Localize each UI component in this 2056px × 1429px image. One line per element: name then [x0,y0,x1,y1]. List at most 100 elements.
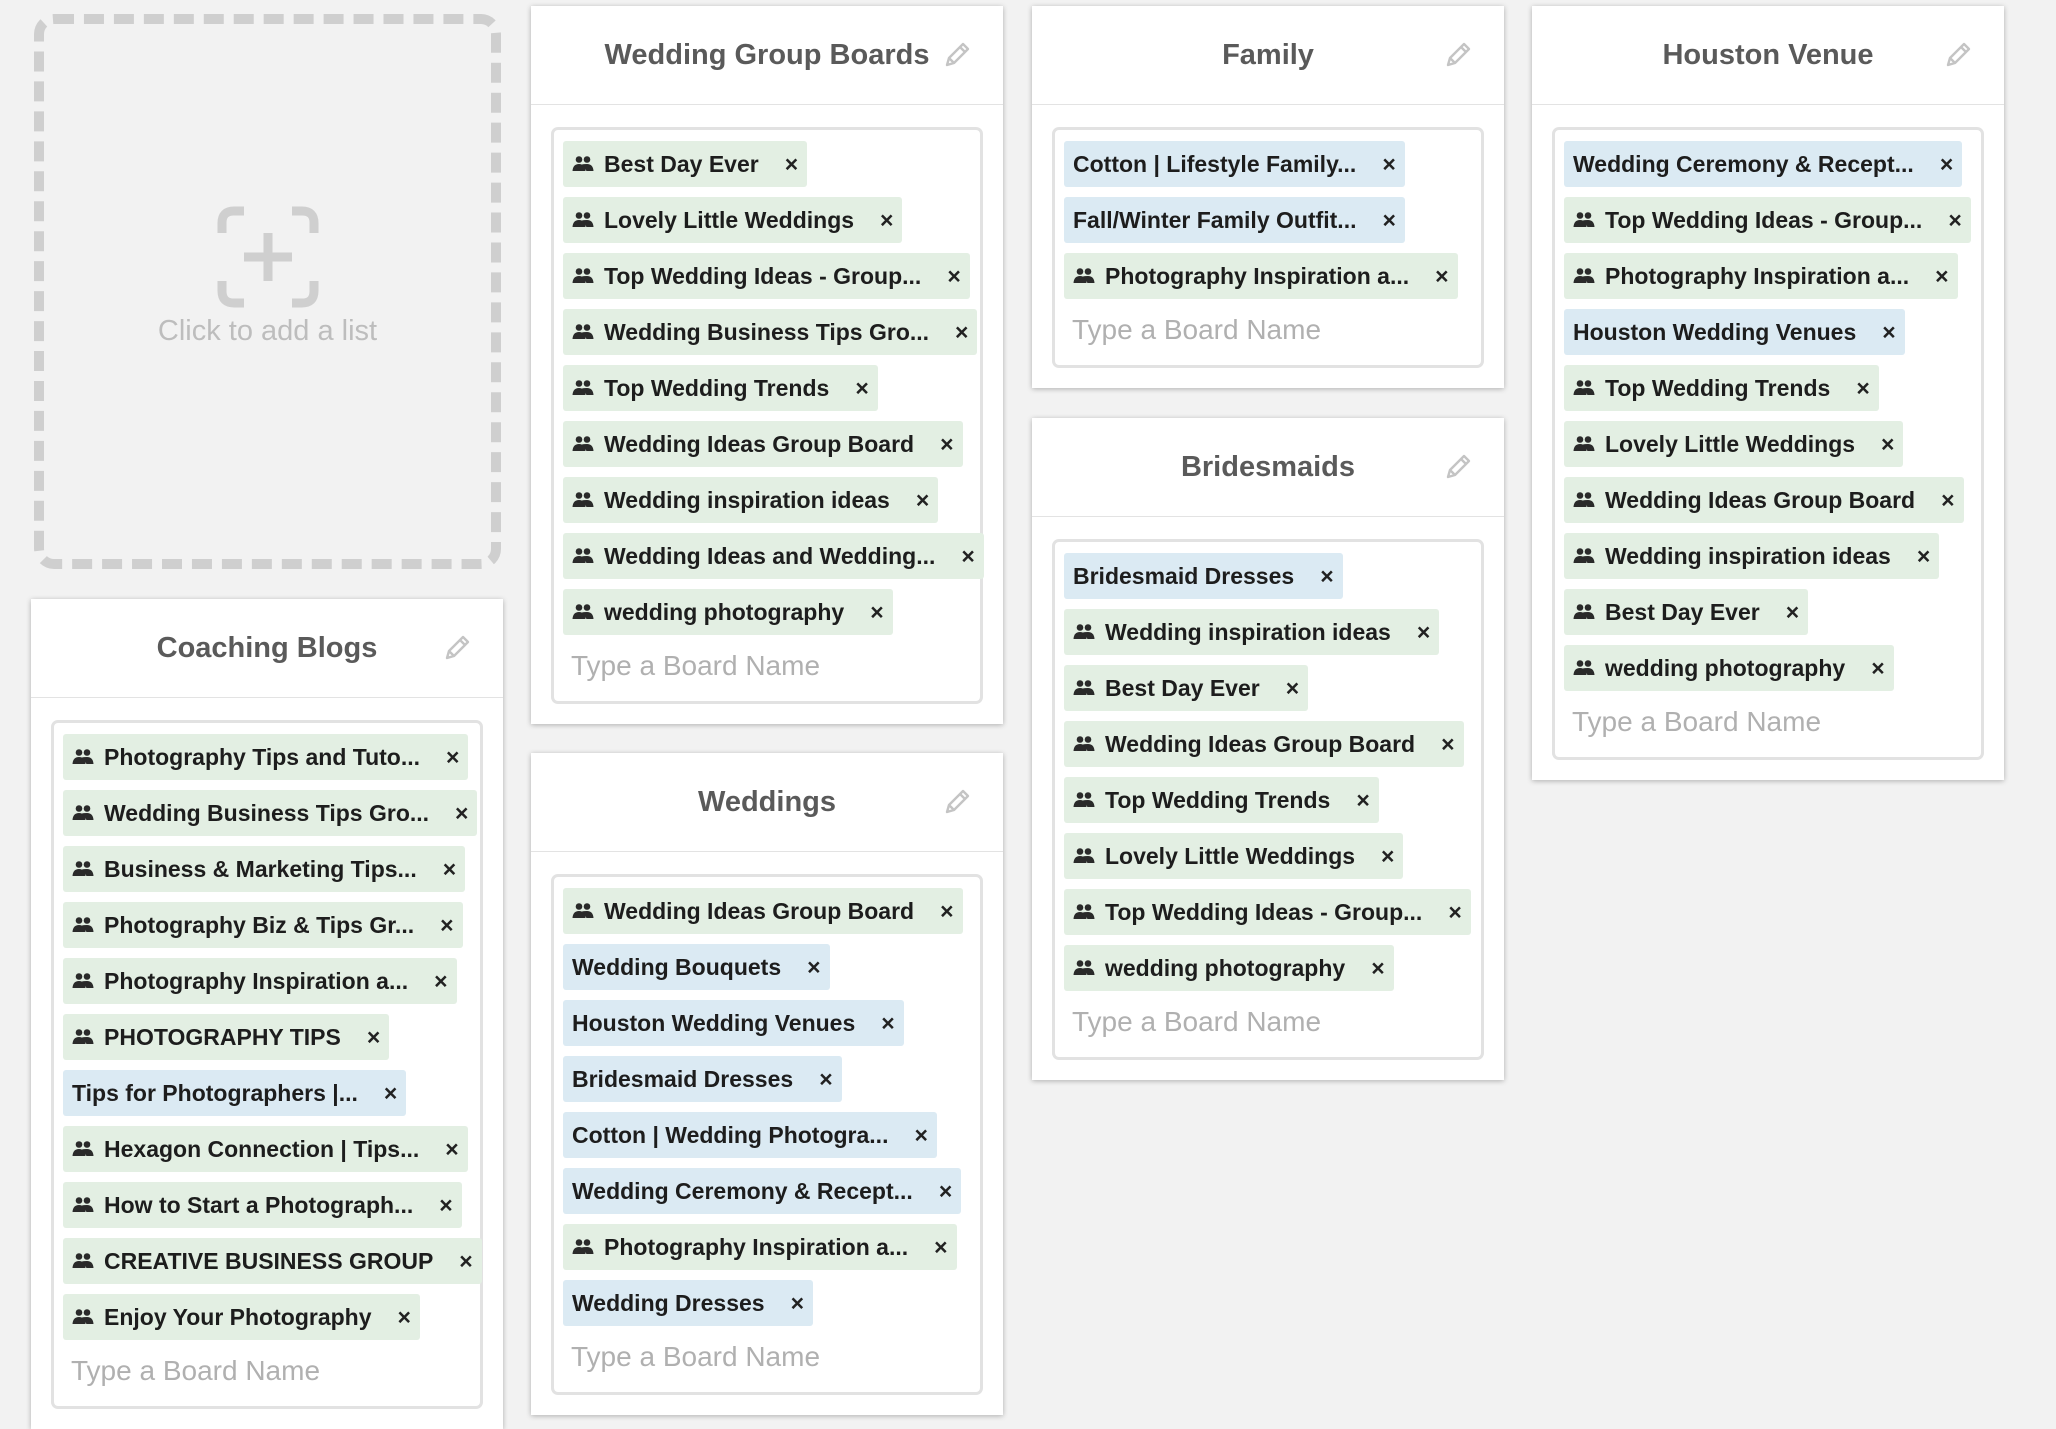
board-tag: Top Wedding Trends × [1064,777,1379,823]
board-name-input[interactable] [1564,701,1972,749]
remove-tag-button[interactable]: × [870,600,883,624]
remove-tag-button[interactable]: × [1381,844,1394,868]
remove-tag-button[interactable]: × [947,264,960,288]
remove-tag-button[interactable]: × [1941,488,1954,512]
remove-tag-button[interactable]: × [443,857,456,881]
remove-tag-button[interactable]: × [455,801,468,825]
remove-tag-button[interactable]: × [955,320,968,344]
board-tag-label: Lovely Little Weddings [604,206,855,233]
list-header: Weddings [531,753,1003,852]
board-tag-label: Hexagon Connection | Tips... [104,1135,420,1162]
board-name-input[interactable] [1064,309,1472,357]
pencil-icon[interactable] [943,786,973,816]
board-name-input[interactable] [1064,1001,1472,1049]
remove-tag-button[interactable]: × [940,432,953,456]
board-tag-label: Photography Inspiration a... [604,1233,909,1260]
list-header: Family [1032,6,1504,105]
remove-tag-button[interactable]: × [1948,208,1961,232]
remove-tag-button[interactable]: × [1882,320,1895,344]
pencil-icon[interactable] [443,632,473,662]
remove-tag-button[interactable]: × [807,955,820,979]
board-tag: Cotton | Lifestyle Family... × [1064,141,1405,187]
remove-tag-button[interactable]: × [459,1249,472,1273]
board-tag: Wedding Business Tips Gro... × [63,790,478,836]
remove-tag-button[interactable]: × [1382,152,1395,176]
remove-tag-button[interactable]: × [1448,900,1461,924]
remove-tag-button[interactable]: × [1435,264,1448,288]
group-icon [72,972,94,990]
board-tag-label: Houston Wedding Venues [1573,318,1857,345]
group-icon [72,748,94,766]
pencil-icon[interactable] [1444,451,1474,481]
board-tag: Wedding Ceremony & Recept... × [1564,141,1963,187]
pencil-icon[interactable] [943,39,973,69]
group-icon [572,323,594,341]
remove-tag-button[interactable]: × [384,1081,397,1105]
board-tag-label: Photography Inspiration a... [104,967,409,994]
board-tag-label: Enjoy Your Photography [104,1303,372,1330]
remove-tag-button[interactable]: × [880,208,893,232]
remove-tag-button[interactable]: × [440,913,453,937]
remove-tag-button[interactable]: × [785,152,798,176]
board-tag: How to Start a Photograph... × [63,1182,462,1228]
board-tag: Top Wedding Ideas - Group... × [563,253,970,299]
board-tag: Top Wedding Ideas - Group... × [1564,197,1971,243]
remove-tag-button[interactable]: × [940,899,953,923]
remove-tag-button[interactable]: × [1441,732,1454,756]
board-tag: CREATIVE BUSINESS GROUP × [63,1238,482,1284]
board-name-input[interactable] [563,645,971,693]
remove-tag-button[interactable]: × [1417,620,1430,644]
remove-tag-button[interactable]: × [439,1193,452,1217]
group-icon [572,379,594,397]
remove-tag-button[interactable]: × [398,1305,411,1329]
remove-tag-button[interactable]: × [1382,208,1395,232]
remove-tag-button[interactable]: × [1935,264,1948,288]
board-tag: Photography Inspiration a... × [1064,253,1458,299]
board-tag: Fall/Winter Family Outfit... × [1064,197,1405,243]
remove-tag-button[interactable]: × [916,488,929,512]
remove-tag-button[interactable]: × [446,745,459,769]
board-tag-label: Wedding inspiration ideas [604,486,890,513]
remove-tag-button[interactable]: × [367,1025,380,1049]
remove-tag-button[interactable]: × [855,376,868,400]
pencil-icon[interactable] [1444,39,1474,69]
board-name-input[interactable] [63,1350,471,1398]
remove-tag-button[interactable]: × [1881,432,1894,456]
remove-tag-button[interactable]: × [961,544,974,568]
remove-tag-button[interactable]: × [934,1235,947,1259]
board-tag-label: CREATIVE BUSINESS GROUP [104,1247,434,1274]
remove-tag-button[interactable]: × [1286,676,1299,700]
board-tag-label: Fall/Winter Family Outfit... [1073,206,1357,233]
remove-tag-button[interactable]: × [939,1179,952,1203]
group-icon [572,155,594,173]
remove-tag-button[interactable]: × [1871,656,1884,680]
board-tag: Enjoy Your Photography × [63,1294,420,1340]
board-tag: Best Day Ever × [563,141,808,187]
board-tag: Photography Tips and Tuto... × [63,734,469,780]
remove-tag-button[interactable]: × [1356,788,1369,812]
remove-tag-button[interactable]: × [1917,544,1930,568]
board-tag: Photography Inspiration a... × [63,958,457,1004]
remove-tag-button[interactable]: × [1940,152,1953,176]
remove-tag-button[interactable]: × [1320,564,1333,588]
pencil-icon[interactable] [1944,39,1974,69]
remove-tag-button[interactable]: × [881,1011,894,1035]
remove-tag-button[interactable]: × [1371,956,1384,980]
board-tag: Houston Wedding Venues × [563,1000,904,1046]
group-icon [1573,267,1595,285]
remove-tag-button[interactable]: × [1856,376,1869,400]
remove-tag-button[interactable]: × [914,1123,927,1147]
list-body: Wedding Ideas Group Board × Wedding Bouque… [531,852,1003,1415]
board-tag-label: Wedding Business Tips Gro... [104,799,430,826]
group-icon [72,860,94,878]
remove-tag-button[interactable]: × [819,1067,832,1091]
add-list-button[interactable]: Click to add a list [34,14,501,569]
remove-tag-button[interactable]: × [1786,600,1799,624]
board-tag: Lovely Little Weddings × [1564,421,1904,467]
board-name-input[interactable] [563,1336,971,1384]
remove-tag-button[interactable]: × [445,1137,458,1161]
board-tag: wedding photography × [1064,945,1394,991]
remove-tag-button[interactable]: × [434,969,447,993]
board-tag-label: Business & Marketing Tips... [104,855,417,882]
remove-tag-button[interactable]: × [791,1291,804,1315]
